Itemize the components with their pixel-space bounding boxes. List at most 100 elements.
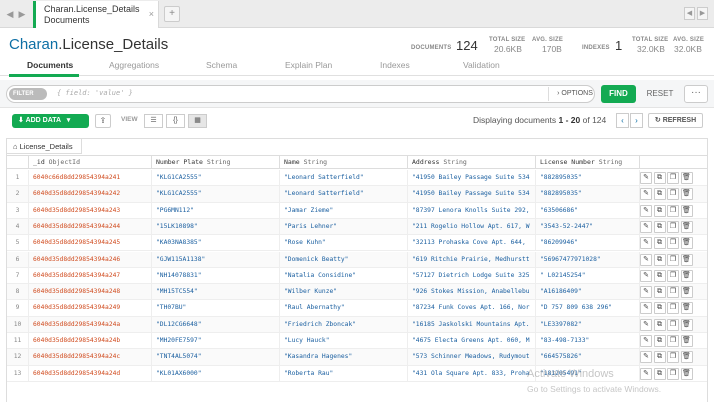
cell-license-number[interactable]: "56967477971028": [536, 251, 640, 268]
copy-icon[interactable]: ⧉: [653, 302, 666, 315]
cell-address[interactable]: "4675 Electa Greens Apt. 060, M: [408, 333, 536, 349]
cell-name[interactable]: "Kasandra Hagenes": [280, 349, 408, 366]
cell-id[interactable]: 6040d35d8dd29854394a247: [29, 267, 152, 284]
delete-icon[interactable]: 🗑: [680, 188, 693, 201]
cell-address[interactable]: "32113 Prohaska Cove Apt. 644,: [408, 235, 536, 252]
cell-license-number[interactable]: "83-498-7133": [536, 333, 640, 349]
reset-button[interactable]: RESET: [640, 85, 680, 103]
delete-icon[interactable]: 🗑: [680, 204, 693, 217]
cell-number-plate[interactable]: "KL01AX6000": [152, 365, 280, 382]
cell-license-number[interactable]: "882895035": [536, 186, 640, 203]
copy-icon[interactable]: ⧉: [653, 367, 666, 380]
cell-name[interactable]: "Raul Abernathy": [280, 300, 408, 317]
collection-tab[interactable]: Charan.License_Details Documents ×: [33, 1, 159, 28]
edit-icon[interactable]: ✎: [640, 318, 652, 331]
delete-icon[interactable]: 🗑: [680, 172, 693, 184]
cell-name[interactable]: "Leonard Satterfield": [280, 186, 408, 203]
copy-icon[interactable]: ⧉: [653, 204, 666, 217]
clone-icon[interactable]: ❐: [667, 286, 679, 299]
cell-id[interactable]: 6040d35d8dd29854394a243: [29, 202, 152, 219]
tab-schema[interactable]: Schema: [206, 60, 237, 70]
copy-icon[interactable]: ⧉: [653, 318, 666, 331]
cell-name[interactable]: "Roberta Rau": [280, 365, 408, 382]
cell-name[interactable]: "Natalia Considine": [280, 267, 408, 284]
clone-icon[interactable]: ❐: [667, 302, 679, 315]
cell-license-number[interactable]: "63506686": [536, 202, 640, 219]
copy-icon[interactable]: ⧉: [653, 188, 666, 201]
cell-id[interactable]: 6040c66d8dd29854394a241: [29, 170, 152, 186]
table-row[interactable]: 10 6040d35d8dd29854394a24a "DL12CG6648" "Fr…: [7, 316, 707, 333]
copy-icon[interactable]: ⧉: [653, 335, 666, 347]
cell-address[interactable]: "87234 Funk Coves Apt. 166, Nor: [408, 300, 536, 317]
cell-id[interactable]: 6040d35d8dd29854394a24c: [29, 349, 152, 366]
cell-id[interactable]: 6040d35d8dd29854394a24d: [29, 365, 152, 382]
header-number-plate[interactable]: Number Plate String: [152, 156, 280, 169]
clone-icon[interactable]: ❐: [667, 351, 679, 364]
header-address[interactable]: Address String: [408, 156, 536, 169]
cell-id[interactable]: 6040d35d8dd29854394a244: [29, 218, 152, 235]
delete-icon[interactable]: 🗑: [680, 253, 693, 266]
clone-icon[interactable]: ❐: [667, 204, 679, 217]
edit-icon[interactable]: ✎: [640, 237, 652, 250]
header-id[interactable]: _id ObjectId: [29, 156, 152, 169]
copy-icon[interactable]: ⧉: [653, 269, 666, 282]
copy-icon[interactable]: ⧉: [653, 351, 666, 364]
filter-input[interactable]: FILTER { field: 'value' } › OPTIONS: [6, 85, 595, 103]
cell-name[interactable]: "Leonard Satterfield": [280, 170, 408, 186]
previous-page-icon[interactable]: ‹: [616, 113, 629, 128]
delete-icon[interactable]: 🗑: [680, 367, 693, 380]
clone-icon[interactable]: ❐: [667, 367, 679, 380]
json-view-icon[interactable]: {}: [166, 114, 185, 128]
edit-icon[interactable]: ✎: [640, 253, 652, 266]
cell-number-plate[interactable]: "GJW115A1138": [152, 251, 280, 268]
copy-icon[interactable]: ⧉: [653, 253, 666, 266]
delete-icon[interactable]: 🗑: [680, 237, 693, 250]
table-breadcrumb[interactable]: ⌂ License_Details: [7, 139, 82, 154]
cell-name[interactable]: "Lucy Hauck": [280, 333, 408, 349]
edit-icon[interactable]: ✎: [640, 172, 652, 184]
cell-number-plate[interactable]: "KLG1CA2555": [152, 170, 280, 186]
new-tab-button[interactable]: +: [164, 6, 180, 22]
more-options-button[interactable]: ···: [684, 85, 708, 103]
clone-icon[interactable]: ❐: [667, 269, 679, 282]
next-page-icon[interactable]: ›: [630, 113, 643, 128]
cell-number-plate[interactable]: "TNT4AL5074": [152, 349, 280, 366]
list-view-icon[interactable]: ☰: [144, 114, 163, 128]
header-name[interactable]: Name String: [280, 156, 408, 169]
copy-icon[interactable]: ⧉: [653, 220, 666, 233]
edit-icon[interactable]: ✎: [640, 286, 652, 299]
table-view-icon[interactable]: ▦: [188, 114, 207, 128]
clone-icon[interactable]: ❐: [667, 318, 679, 331]
cell-id[interactable]: 6040d35d8dd29854394a245: [29, 235, 152, 252]
edit-icon[interactable]: ✎: [640, 367, 652, 380]
table-row[interactable]: 6 6040d35d8dd29854394a246 "GJW115A1138" "Do…: [7, 251, 707, 268]
cell-name[interactable]: "Domenick Beatty": [280, 251, 408, 268]
refresh-button[interactable]: ↻ REFRESH: [648, 113, 703, 128]
cell-address[interactable]: "41950 Bailey Passage Suite 534: [408, 186, 536, 203]
options-button[interactable]: › OPTIONS: [548, 87, 601, 101]
clone-icon[interactable]: ❐: [667, 335, 679, 347]
edit-icon[interactable]: ✎: [640, 269, 652, 282]
cell-id[interactable]: 6040d35d8dd29854394a249: [29, 300, 152, 317]
cell-number-plate[interactable]: "KLG1CA2555": [152, 186, 280, 203]
filter-pill[interactable]: FILTER: [9, 88, 47, 100]
cell-id[interactable]: 6040d35d8dd29854394a24a: [29, 316, 152, 333]
cell-id[interactable]: 6040d35d8dd29854394a242: [29, 186, 152, 203]
cell-id[interactable]: 6040d35d8dd29854394a24b: [29, 333, 152, 349]
clone-icon[interactable]: ❐: [667, 237, 679, 250]
cell-address[interactable]: "211 Rogelio Hollow Apt. 617, W: [408, 218, 536, 235]
clone-icon[interactable]: ❐: [667, 172, 679, 184]
cell-license-number[interactable]: "86209946": [536, 235, 640, 252]
cell-license-number[interactable]: "LE3397082": [536, 316, 640, 333]
edit-icon[interactable]: ✎: [640, 220, 652, 233]
cell-name[interactable]: "Paris Lehner": [280, 218, 408, 235]
cell-license-number[interactable]: "D 757 809 638 296": [536, 300, 640, 317]
delete-icon[interactable]: 🗑: [680, 269, 693, 282]
cell-number-plate[interactable]: "MH15TC554": [152, 284, 280, 301]
cell-name[interactable]: "Wilber Kunze": [280, 284, 408, 301]
edit-icon[interactable]: ✎: [640, 204, 652, 217]
header-license-number[interactable]: License Number String: [536, 156, 640, 169]
table-row[interactable]: 4 6040d35d8dd29854394a244 "15LK10898" "Pari…: [7, 218, 707, 236]
clone-icon[interactable]: ❐: [667, 220, 679, 233]
delete-icon[interactable]: 🗑: [680, 351, 693, 364]
